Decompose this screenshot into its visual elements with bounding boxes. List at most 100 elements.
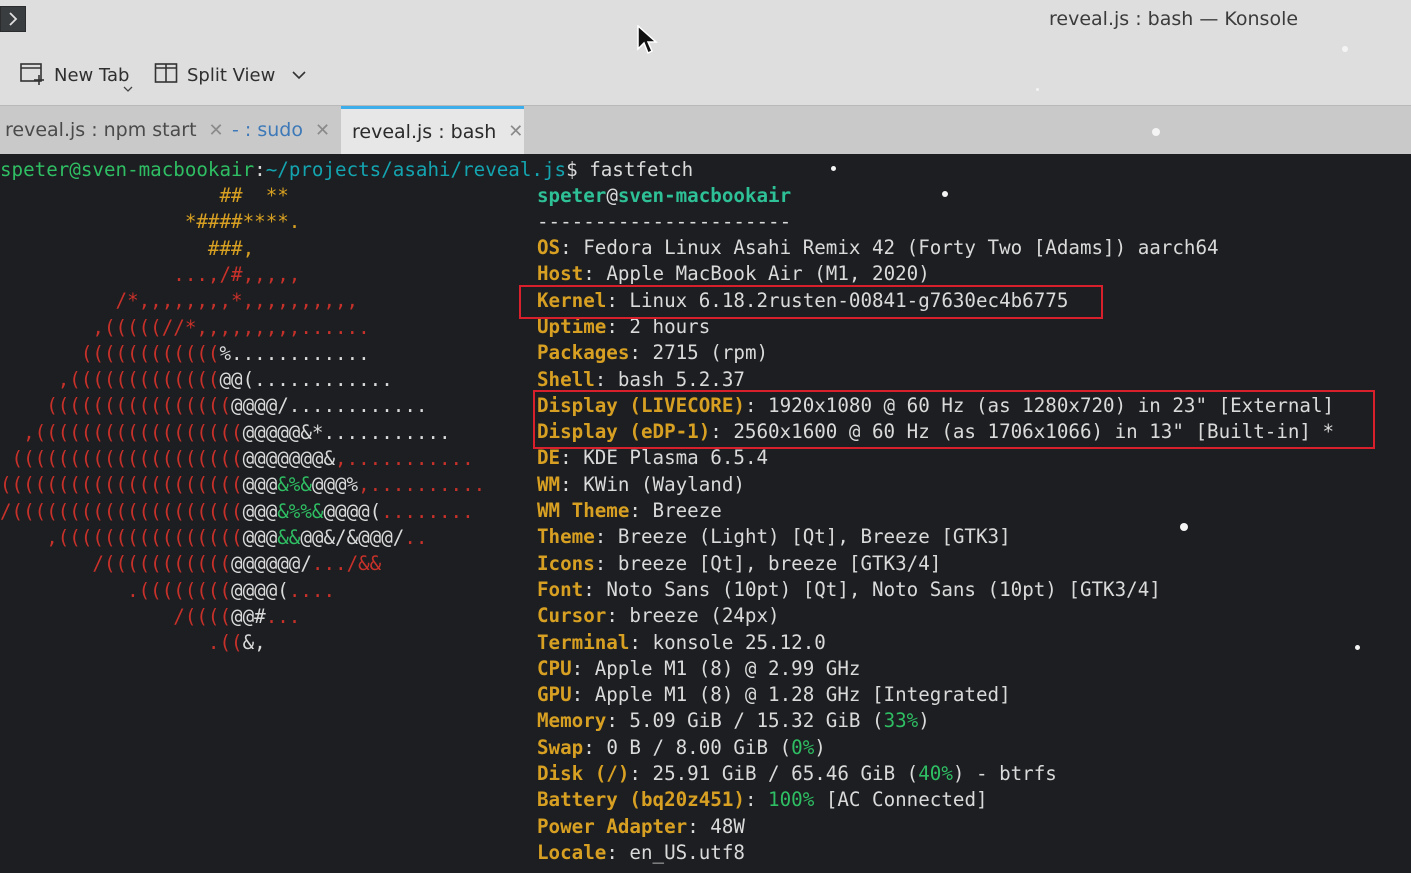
info-value: : Noto Sans (10pt) [Qt], Noto Sans (10pt… (583, 577, 1161, 601)
info-value: 100% (768, 788, 815, 812)
info-row: Terminal: konsole 25.12.0 (537, 630, 826, 656)
logo-segment: ((((((((((((((((((((( (0, 473, 243, 497)
menu-toggle-button[interactable] (0, 6, 26, 32)
logo-line: ,((((((((((((((((@@@&&@@&/&@@@/.. (0, 525, 427, 551)
window-title: reveal.js : bash — Konsole (1049, 8, 1299, 30)
info-value: ) (918, 709, 930, 733)
logo-line: .((&, (0, 630, 266, 656)
info-value: : 2715 (rpm) (629, 341, 769, 365)
logo-segment: &%%& (277, 499, 324, 523)
prompt-path: ~/projects/asahi/reveal.js (265, 158, 567, 181)
info-key: Font (537, 577, 584, 601)
info-key: OS (537, 236, 561, 259)
new-tab-label: New Tab (54, 64, 130, 86)
split-view-icon (154, 61, 178, 90)
info-row: Font: Noto Sans (10pt) [Qt], Noto Sans (… (537, 577, 1161, 603)
info-key: Battery (bq20z451) (537, 788, 745, 812)
info-value: : breeze (24px) (606, 604, 780, 628)
logo-line: /*,,,,,,,,*,,,,,,,,,, (0, 288, 359, 314)
info-value: : Apple MacBook Air (M1, 2020) (583, 262, 930, 286)
logo-segment: ###, (0, 236, 255, 260)
logo-segment: @@&/&@@@/ (300, 525, 405, 549)
logo-line: ((((((((((((%............ (0, 341, 370, 367)
logo-segment: ,((((((((((((( (0, 368, 220, 392)
background-dot (831, 166, 836, 171)
info-row: Cursor: breeze (24px) (537, 603, 780, 629)
tab-label: reveal.js : npm start (5, 119, 197, 141)
info-row: Icons: breeze [Qt], breeze [GTK3/4] (537, 551, 941, 577)
info-value: : 0 B / 8.00 GiB ( (583, 735, 792, 759)
logo-line: *####****. (0, 209, 301, 235)
logo-segment: .(( (0, 631, 243, 655)
close-icon[interactable]: ✕ (315, 120, 330, 141)
terminal-view[interactable]: speter@sven-macbookair:~/projects/asahi/… (0, 154, 1411, 873)
info-row: Theme: Breeze (Light) [Qt], Breeze [GTK3… (537, 524, 1011, 550)
logo-segment: %............ (219, 341, 370, 365)
split-view-button[interactable]: Split View (154, 59, 307, 91)
info-key: Icons (537, 551, 595, 575)
chevron-down-icon[interactable] (291, 70, 307, 80)
logo-segment: *####****. (0, 210, 301, 234)
prompt-symbol: $ (566, 158, 578, 181)
logo-segment: .../&& (311, 552, 382, 576)
background-dot (1152, 128, 1160, 136)
info-value: : (744, 788, 769, 812)
info-header: speter@sven-macbookair (537, 183, 791, 209)
tab-sudo[interactable]: - : sudo ✕ (232, 106, 340, 154)
logo-segment: @@@ (242, 473, 278, 497)
logo-segment: ........ (381, 499, 474, 523)
logo-segment: ,.......... (358, 473, 486, 497)
info-value: 0% (791, 735, 815, 759)
info-row: Memory: 5.09 GiB / 15.32 GiB (33%) (537, 708, 930, 734)
logo-segment: @@@@( (231, 578, 289, 602)
logo-segment: /(((( (0, 604, 232, 628)
logo-segment: @@@ (242, 525, 278, 549)
logo-line: /((((@@#... (0, 604, 300, 630)
info-row: OS: Fedora Linux Asahi Remix 42 (Forty T… (537, 235, 1219, 261)
close-icon[interactable]: ✕ (508, 121, 523, 142)
info-value: : Apple M1 (8) @ 2.99 GHz (571, 656, 861, 680)
header-host: sven-macbookair (617, 184, 792, 207)
chevron-right-icon (9, 12, 18, 26)
logo-line: /(((((((((((@@@@@@/.../&& (0, 551, 381, 577)
info-value: : Breeze (Light) [Qt], Breeze [GTK3] (594, 525, 1011, 549)
info-row: WM: KWin (Wayland) (537, 472, 745, 498)
logo-segment: @@@@( (323, 499, 382, 523)
info-key: Swap (537, 735, 584, 759)
logo-line: ,((((((((((((((((((@@@@@&*........... (0, 420, 451, 446)
info-value: 40% (918, 762, 953, 785)
info-separator: ---------------------- (537, 210, 792, 233)
info-value: : KDE Plasma 6.5.4 (560, 446, 769, 470)
prompt-user-host: speter@sven-macbookair (0, 158, 255, 181)
info-value: 33% (883, 709, 919, 733)
logo-segment: ## ** (0, 184, 289, 207)
info-row: Disk (/): 25.91 GiB / 65.46 GiB (40%) - … (537, 761, 1057, 787)
logo-segment: @@@@@@/ (231, 552, 312, 576)
info-value: : Apple M1 (8) @ 1.28 GHz [Integrated] (571, 683, 1011, 707)
info-key: WM (537, 472, 561, 496)
info-row: Power Adapter: 48W (537, 814, 745, 840)
prompt-colon: : (254, 158, 266, 181)
tab-bash-active[interactable]: reveal.js : bash ✕ (341, 106, 524, 154)
info-key: Terminal (537, 630, 630, 654)
logo-segment: /*,,,,,,,,*,,,,,,,,,, (0, 289, 359, 313)
logo-segment: /(((((((((((((((((((( (0, 499, 243, 523)
close-icon[interactable]: ✕ (209, 120, 224, 141)
logo-segment: @@# (231, 604, 266, 628)
info-row: Shell: bash 5.2.37 (537, 367, 745, 393)
logo-segment: @@@@@&*........... (242, 420, 451, 444)
logo-line: ((((((((((((((((@@@@/............ (0, 393, 427, 419)
info-key: Locale (537, 840, 607, 864)
info-key: Cursor (537, 604, 607, 628)
info-value: ) - btrfs (952, 762, 1057, 785)
logo-segment: /((((((((((( (0, 552, 232, 576)
logo-segment: (((((((((((((((((((( (0, 447, 243, 470)
logo-segment: ...,/#,,,,, (0, 262, 301, 286)
new-tab-button[interactable]: New Tab (19, 59, 133, 92)
info-value: : breeze [Qt], breeze [GTK3/4] (594, 551, 942, 575)
info-value: : bash 5.2.37 (594, 367, 745, 391)
tab-npm-start[interactable]: reveal.js : npm start ✕ (0, 106, 224, 154)
info-value: : KWin (Wayland) (560, 472, 745, 496)
background-dot (1342, 46, 1348, 52)
logo-line: (((((((((((((((((((((@@@&%&@@@%,........… (0, 472, 485, 498)
